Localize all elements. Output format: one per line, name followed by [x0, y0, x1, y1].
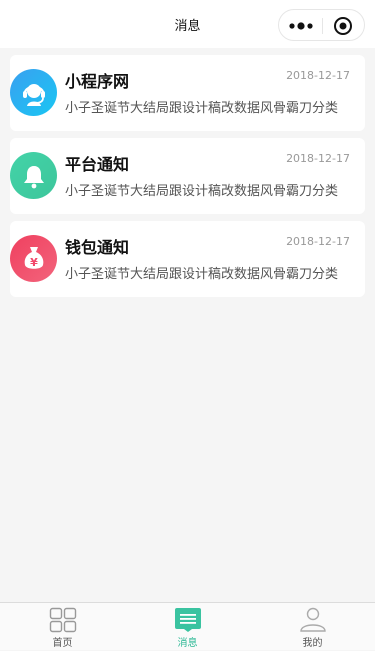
user-icon [299, 607, 327, 633]
message-list: 小程序网 2018-12-17 小子圣诞节大结局跟设计稿改数据风骨霸刀分类 平台… [10, 55, 365, 304]
message-icon [174, 607, 202, 633]
message-item[interactable]: 小程序网 2018-12-17 小子圣诞节大结局跟设计稿改数据风骨霸刀分类 [10, 55, 365, 131]
bell-icon [10, 152, 57, 199]
message-date: 2018-12-17 [286, 69, 350, 82]
message-date: 2018-12-17 [286, 152, 350, 165]
message-item[interactable]: ¥ 钱包通知 2018-12-17 小子圣诞节大结局跟设计稿改数据风骨霸刀分类 [10, 221, 365, 297]
money-bag-icon: ¥ [10, 235, 57, 282]
nav-bar: 消息 [0, 0, 375, 48]
close-icon[interactable] [333, 16, 353, 36]
tab-label: 首页 [53, 634, 73, 649]
message-title: 平台通知 [65, 151, 129, 175]
headset-icon [10, 69, 57, 116]
message-title: 小程序网 [65, 68, 129, 92]
tab-messages[interactable]: 消息 [125, 603, 250, 651]
tab-label: 消息 [178, 634, 198, 649]
capsule-divider [322, 18, 323, 34]
message-date: 2018-12-17 [286, 235, 350, 248]
tab-bar: 首页 消息 我的 [0, 602, 375, 650]
message-title: 钱包通知 [65, 234, 129, 258]
tab-profile[interactable]: 我的 [250, 603, 375, 651]
message-preview: 小子圣诞节大结局跟设计稿改数据风骨霸刀分类 [65, 97, 357, 116]
message-preview: 小子圣诞节大结局跟设计稿改数据风骨霸刀分类 [65, 180, 357, 199]
message-item[interactable]: 平台通知 2018-12-17 小子圣诞节大结局跟设计稿改数据风骨霸刀分类 [10, 138, 365, 214]
more-icon[interactable] [289, 19, 313, 33]
home-grid-icon [49, 607, 77, 633]
message-preview: 小子圣诞节大结局跟设计稿改数据风骨霸刀分类 [65, 263, 357, 282]
svg-text:¥: ¥ [30, 256, 38, 269]
tab-home[interactable]: 首页 [0, 603, 125, 651]
mini-program-capsule [278, 9, 365, 41]
tab-label: 我的 [303, 634, 323, 649]
